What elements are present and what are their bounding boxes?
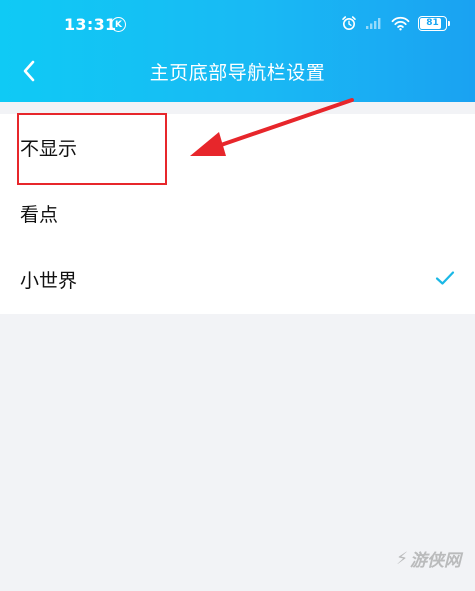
option-small-world[interactable]: 小世界 [0,246,475,312]
check-icon [435,269,455,291]
signal-icon [365,16,383,30]
option-list: 不显示 看点 小世界 [0,114,475,314]
battery-level: 81 [426,18,439,28]
option-label: 不显示 [20,137,78,160]
watermark-text: 游侠网 [410,551,461,571]
watermark-glyph-icon: ⚡ [396,548,408,569]
option-hide[interactable]: 不显示 [0,114,475,180]
page-title: 主页底部导航栏设置 [149,62,326,84]
watermark: ⚡ 游侠网 [396,546,461,572]
k-badge-icon: K [111,17,126,32]
battery-icon: 81 [418,15,450,31]
option-label: 看点 [20,203,59,226]
option-kandian[interactable]: 看点 [0,180,475,246]
app-header: 13:31 K 81 主页底部导航栏设置 [0,0,475,102]
option-label: 小世界 [20,269,78,292]
status-bar: 13:31 K 81 [0,0,475,50]
nav-bar: 主页底部导航栏设置 [0,50,475,102]
wifi-icon [391,16,410,31]
alarm-icon [341,15,357,31]
status-time: 13:31 [64,15,117,34]
status-icons: 81 [341,15,450,31]
